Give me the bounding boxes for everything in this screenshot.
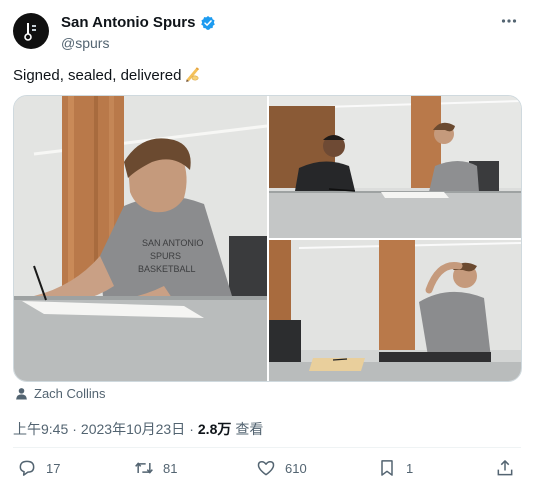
views-label: 查看 [235, 421, 264, 437]
svg-text:SAN ANTONIO: SAN ANTONIO [142, 238, 203, 248]
author-handle[interactable]: @spurs [61, 35, 109, 51]
tweet-date[interactable]: 2023年10月23日 [81, 419, 185, 439]
more-options-button[interactable] [498, 10, 520, 32]
tagged-user[interactable]: Zach Collins [15, 386, 106, 401]
like-button[interactable]: 610 [256, 458, 307, 478]
reply-icon [19, 460, 35, 476]
tweet-text-body: Signed, sealed, delivered [13, 67, 182, 84]
share-icon [497, 460, 513, 476]
tweet-time[interactable]: 上午9:45 [13, 419, 68, 439]
verified-badge-icon [201, 15, 216, 30]
svg-text:SPURS: SPURS [150, 251, 181, 261]
writing-hand-icon [186, 67, 200, 82]
avatar[interactable] [13, 13, 49, 49]
divider [13, 447, 521, 448]
like-count: 610 [285, 460, 307, 476]
svg-text:BASKETBALL: BASKETBALL [138, 264, 196, 274]
tweet-meta: 上午9:45 · 2023年10月23日 · 2.8万 查看 [13, 419, 263, 439]
share-button[interactable] [495, 458, 515, 478]
bookmark-count: 1 [406, 460, 414, 476]
spurs-logo-icon [24, 23, 36, 41]
retweet-count: 81 [163, 460, 178, 476]
meta-separator: · [72, 421, 77, 437]
more-dots-icon [501, 19, 517, 23]
reply-count: 17 [46, 460, 61, 476]
retweet-button[interactable]: 81 [134, 458, 177, 478]
person-icon [16, 388, 27, 400]
photo-celebration[interactable] [269, 240, 521, 381]
photo-signing-main[interactable]: SAN ANTONIO SPURS BASKETBALL [14, 96, 267, 381]
media-grid: SAN ANTONIO SPURS BASKETBALL [13, 95, 522, 382]
photo-celebration-image [269, 240, 521, 381]
photo-signing-table[interactable] [269, 96, 521, 238]
meta-separator: · [189, 421, 194, 437]
tweet-text: Signed, sealed, delivered [13, 65, 202, 86]
author-name[interactable]: San Antonio Spurs [61, 14, 195, 31]
photo-signing-main-image: SAN ANTONIO SPURS BASKETBALL [14, 96, 267, 381]
photo-signing-table-image [269, 96, 521, 238]
tagged-user-name: Zach Collins [34, 386, 106, 401]
action-bar: 17 81 610 1 [13, 458, 521, 482]
heart-icon [257, 461, 275, 476]
bookmark-button[interactable]: 1 [377, 458, 413, 478]
views-count: 2.8万 [197, 421, 232, 437]
reply-button[interactable]: 17 [17, 458, 60, 478]
bookmark-icon [381, 460, 393, 476]
retweet-icon [135, 462, 153, 474]
